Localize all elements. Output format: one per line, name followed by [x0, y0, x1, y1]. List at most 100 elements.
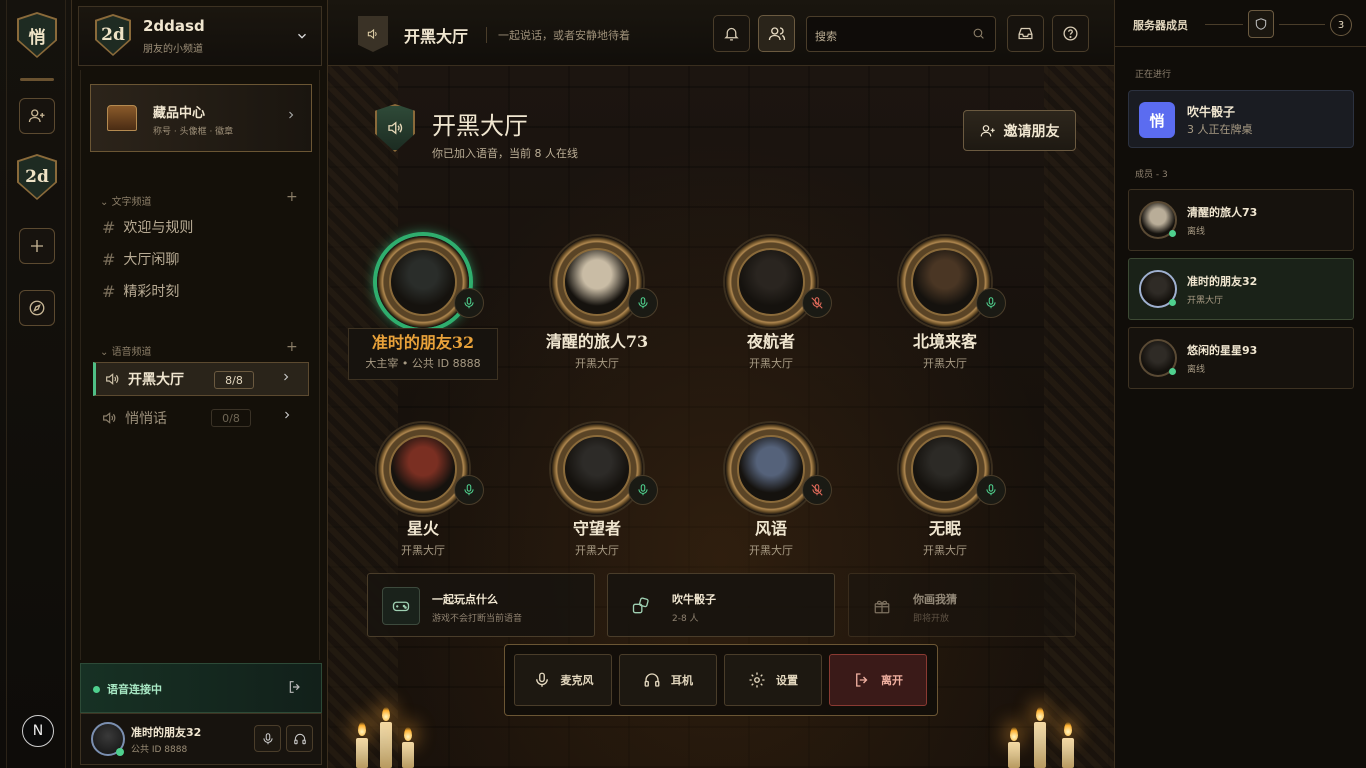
text-channel-item[interactable]: # 欢迎与规则: [102, 217, 193, 237]
settings-label: 设置: [776, 674, 798, 687]
voice-channel-item[interactable]: 悄悄话 0/8: [93, 401, 309, 435]
headset-toggle-button[interactable]: [286, 725, 313, 752]
seat-location: 开黑大厅: [401, 544, 445, 557]
add-server-button[interactable]: [19, 228, 55, 264]
microphone-icon: [976, 288, 1006, 318]
speaker-icon: [101, 410, 117, 426]
live-activity-card[interactable]: 悄 吹牛骰子 3 人正在牌桌: [1128, 90, 1354, 148]
disconnect-button[interactable]: [287, 679, 303, 695]
user-name: 准时的朋友32: [131, 726, 202, 739]
candle-flame: [1036, 707, 1044, 721]
add-friend-button[interactable]: [19, 98, 55, 134]
invite-label: 邀请朋友: [1003, 123, 1060, 140]
microphone-icon: [628, 475, 658, 505]
text-channel-item[interactable]: # 精彩时刻: [102, 281, 179, 301]
headset-button[interactable]: 耳机: [619, 654, 717, 706]
help-icon: [1062, 25, 1079, 42]
avatar-ring: [725, 423, 817, 515]
gamepad-icon: [382, 587, 420, 625]
member-status: 开黑大厅: [1187, 296, 1224, 306]
voice-seat[interactable]: 守望者 开黑大厅: [522, 423, 672, 563]
search-placeholder: 搜索: [815, 30, 837, 43]
search-input[interactable]: 搜索: [806, 16, 996, 52]
avatar-ring: [551, 423, 643, 515]
explore-button[interactable]: [19, 290, 55, 326]
voice-seat[interactable]: 风语 开黑大厅: [696, 423, 846, 563]
candle-decor: [402, 742, 414, 768]
online-status-dot: [116, 748, 124, 756]
voice-seat[interactable]: 准时的朋友32 大主宰 • 公共 ID 8888: [348, 236, 498, 380]
app-root: 悄 2d N 2d 2ddasd 朋友的小频道 藏品中心 称号 · 头像框 · …: [0, 0, 1366, 768]
candle-flame: [1064, 722, 1072, 736]
decor-pillar-right: [1044, 66, 1114, 768]
voice-seat[interactable]: 北境来客 开黑大厅: [870, 236, 1020, 376]
seat-location: 开黑大厅: [923, 357, 967, 370]
members-toggle-button[interactable]: [758, 15, 795, 52]
mic-toggle-button[interactable]: [254, 725, 281, 752]
game-card-draw: 你画我猜 即将开放: [848, 573, 1076, 637]
compass-icon: [28, 299, 46, 317]
microphone-icon: [261, 732, 275, 746]
server-badge-label: 2d: [97, 16, 129, 54]
member-status: 离线: [1187, 365, 1206, 375]
candle-decor: [1034, 722, 1046, 768]
microphone-button[interactable]: 麦克风: [514, 654, 612, 706]
game-card-play[interactable]: 一起玩点什么 游戏不会打断当前语音: [367, 573, 595, 637]
invite-friends-button[interactable]: 邀请朋友: [963, 110, 1076, 151]
add-voice-channel-button[interactable]: +: [286, 339, 298, 355]
game-card-dice[interactable]: 吹牛骰子 2-8 人: [607, 573, 835, 637]
voice-stage: 开黑大厅 你已加入语音，当前 8 人在线 邀请朋友 准时的朋友32 大主宰 • 公…: [328, 66, 1114, 768]
dice-icon: [622, 587, 660, 625]
text-channels-label: 文字频道: [111, 197, 152, 208]
member-row[interactable]: 悠闲的星星93 离线: [1128, 327, 1354, 389]
seat-name: 守望者: [572, 519, 621, 538]
candle-decor: [380, 722, 392, 768]
rail-separator: [20, 78, 54, 81]
voice-channel-label: 悄悄话: [125, 411, 167, 427]
shield-icon[interactable]: [1248, 10, 1274, 38]
profile-n-button[interactable]: N: [22, 715, 54, 747]
member-row[interactable]: 准时的朋友32 开黑大厅: [1128, 258, 1354, 320]
voice-seat[interactable]: 清醒的旅人73 开黑大厅: [522, 236, 672, 376]
members-section-header: 成员 - 3: [1135, 170, 1168, 180]
chevron-right-icon: [285, 109, 297, 121]
voice-channel-item-active[interactable]: 开黑大厅 8/8: [93, 362, 309, 396]
settings-button[interactable]: 设置: [724, 654, 822, 706]
inbox-button[interactable]: [1007, 15, 1044, 52]
status-dot: [1169, 299, 1176, 306]
text-channel-label: 精彩时刻: [123, 284, 180, 300]
candle-flame: [404, 727, 412, 741]
server-header[interactable]: 2d 2ddasd 朋友的小频道: [78, 6, 322, 66]
notifications-button[interactable]: [713, 15, 750, 52]
voice-connection-label: 语音连接中: [107, 683, 162, 696]
collection-center-card[interactable]: 藏品中心 称号 · 头像框 · 徽章: [90, 84, 312, 152]
voice-seat[interactable]: 星火 开黑大厅: [348, 423, 498, 563]
chevron-right-icon: [281, 409, 293, 421]
gift-icon: [863, 587, 901, 625]
speaker-icon: [104, 371, 120, 387]
text-channel-item[interactable]: # 大厅闲聊: [102, 249, 179, 269]
leave-label: 离开: [881, 674, 903, 687]
add-text-channel-button[interactable]: +: [286, 189, 298, 205]
voice-channel-label: 开黑大厅: [128, 372, 184, 388]
seat-name: 风语: [754, 519, 787, 538]
seat-name: 清醒的旅人73: [545, 332, 649, 351]
seat-location: 开黑大厅: [575, 544, 619, 557]
members-panel: 服务器成员 3 正在进行 悄 吹牛骰子 3 人正在牌桌 成员 - 3 清醒的旅人…: [1114, 0, 1366, 768]
hash-icon: #: [102, 217, 116, 237]
exit-icon: [853, 671, 871, 689]
member-name: 悠闲的星星93: [1187, 344, 1258, 357]
help-button[interactable]: [1052, 15, 1089, 52]
voice-seat[interactable]: 无眠 开黑大厅: [870, 423, 1020, 563]
seat-location: 开黑大厅: [749, 357, 793, 370]
leave-button[interactable]: 离开: [829, 654, 927, 706]
avatar-ring: [551, 236, 643, 328]
collection-subtitle: 称号 · 头像框 · 徽章: [153, 127, 234, 137]
candle-flame: [358, 722, 366, 736]
channel-topic: 一起说话，或者安静地待着: [498, 29, 630, 42]
member-row[interactable]: 清醒的旅人73 离线: [1128, 189, 1354, 251]
game-title: 你画我猜: [913, 593, 957, 606]
member-name: 准时的朋友32: [1187, 275, 1258, 288]
activity-title: 吹牛骰子: [1187, 105, 1236, 119]
voice-seat[interactable]: 夜航者 开黑大厅: [696, 236, 846, 376]
